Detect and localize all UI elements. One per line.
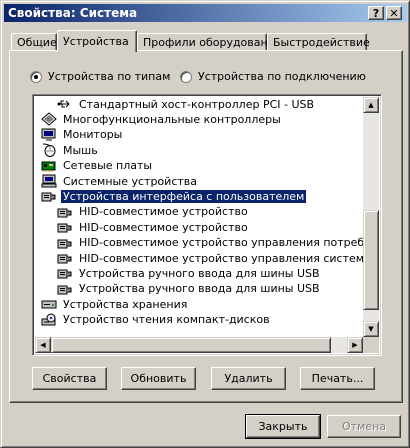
- scroll-corner: [363, 337, 379, 353]
- title-bar[interactable]: Свойства: Система ? ✕: [4, 4, 407, 22]
- view-by-type-label: Устройства по типам: [48, 70, 171, 83]
- tree-row-label: Системные устройства: [63, 174, 197, 188]
- monitor-icon: [41, 128, 57, 142]
- tree-row[interactable]: Мышь: [41, 142, 100, 158]
- scroll-up-button[interactable]: ▲: [363, 97, 379, 113]
- tab-hardware-profiles[interactable]: Профили оборудования: [137, 33, 281, 51]
- tree-row[interactable]: Мониторы: [41, 127, 124, 143]
- tree-row[interactable]: Стандартный хост-контроллер PCI - USB: [57, 96, 316, 112]
- hid-icon: [57, 220, 73, 234]
- system-properties-window: Свойства: Система ? ✕ Общие Устройства П…: [0, 0, 410, 448]
- tree-row-label: Устройства ручного ввода для шины USB: [79, 266, 320, 280]
- tree-row-label: Мониторы: [63, 128, 123, 142]
- tree-row[interactable]: HID-совместимое устройство: [57, 204, 250, 220]
- storage-icon: [41, 297, 57, 311]
- devices-panel: Устройства по типам Устройства по подклю…: [9, 50, 403, 403]
- horizontal-scroll-thumb[interactable]: [51, 337, 331, 353]
- usb-icon: [57, 97, 73, 111]
- scroll-thumb[interactable]: [363, 210, 379, 311]
- help-button[interactable]: ?: [368, 6, 384, 20]
- tree-row-label: HID-совместимое устройство управления си…: [79, 251, 363, 265]
- close-window-button[interactable]: ✕: [386, 6, 402, 20]
- view-by-type-option[interactable]: Устройства по типам: [30, 70, 170, 83]
- horizontal-scrollbar[interactable]: ◀ ▶: [35, 337, 363, 353]
- delete-button[interactable]: Удалить: [211, 367, 286, 390]
- tree-row-label: Многофункциональные контроллеры: [63, 112, 281, 126]
- multifunction-icon: [41, 112, 57, 127]
- refresh-button[interactable]: Обновить: [121, 367, 196, 390]
- tree-row[interactable]: Устройства интерфейса с пользователем: [41, 188, 307, 204]
- tree-row[interactable]: Устройства ручного ввода для шины USB: [57, 265, 322, 281]
- tree-row[interactable]: Устройства ручного ввода для шины USB: [57, 281, 322, 297]
- hid-icon: [41, 189, 57, 203]
- hid-icon: [57, 251, 73, 265]
- tab-general[interactable]: Общие: [11, 33, 57, 51]
- print-button[interactable]: Печать...: [300, 367, 375, 390]
- tree-row[interactable]: Многофункциональные контроллеры: [41, 111, 283, 127]
- cancel-button[interactable]: Отмена: [327, 415, 401, 438]
- view-by-connection-label: Устройства по подключению: [198, 70, 366, 83]
- close-button[interactable]: Закрыть: [245, 414, 321, 439]
- hid-icon: [57, 282, 73, 296]
- tree-row[interactable]: HID-совместимое устройство управления по…: [57, 235, 363, 251]
- view-by-connection-option[interactable]: Устройства по подключению: [180, 70, 366, 83]
- scroll-down-button[interactable]: ▼: [363, 321, 379, 337]
- window-title: Свойства: Система: [8, 6, 138, 20]
- hid-icon: [57, 266, 73, 280]
- tab-devices[interactable]: Устройства: [57, 30, 137, 52]
- tree-row-label: HID-совместимое устройство: [79, 220, 248, 234]
- tree-row[interactable]: Устройство чтения компакт-дисков: [41, 312, 272, 328]
- tab-performance[interactable]: Быстродействие: [267, 33, 370, 51]
- hid-icon: [57, 236, 73, 250]
- tree-row[interactable]: Устройства хранения: [41, 296, 189, 312]
- tree-row-label: Сетевые платы: [63, 159, 153, 173]
- vertical-scrollbar[interactable]: ▲ ▼: [363, 97, 379, 337]
- properties-button[interactable]: Свойства: [32, 367, 107, 390]
- tree-row-label: HID-совместимое устройство: [79, 205, 248, 219]
- mouse-icon: [41, 143, 57, 158]
- tab-strip: Общие Устройства Профили оборудования Бы…: [9, 29, 403, 52]
- tree-row-label: Устройства интерфейса с пользователем: [61, 189, 307, 203]
- tree-row-label: HID-совместимое устройство управления по…: [79, 236, 363, 250]
- tree-row-label: Стандартный хост-контроллер PCI - USB: [79, 97, 315, 111]
- tree-row[interactable]: Сетевые платы: [41, 158, 154, 174]
- scroll-right-button[interactable]: ▶: [347, 337, 363, 353]
- network-card-icon: [41, 159, 57, 173]
- radio-by-type[interactable]: [30, 70, 42, 83]
- tree-row-label: Устройства хранения: [63, 297, 188, 311]
- hid-icon: [57, 205, 73, 219]
- tree-row-label: Мышь: [63, 143, 98, 157]
- tree-row[interactable]: HID-совместимое устройство управления си…: [57, 250, 363, 266]
- computer-icon: [41, 174, 57, 188]
- radio-by-connection[interactable]: [180, 70, 192, 83]
- tree-row-label: Устройство чтения компакт-дисков: [63, 313, 270, 327]
- device-tree[interactable]: Стандартный хост-контроллер PCI - USB Мно…: [32, 94, 382, 356]
- tree-row[interactable]: HID-совместимое устройство: [57, 219, 250, 235]
- tree-row-label: Устройства ручного ввода для шины USB: [79, 282, 320, 296]
- cdrom-icon: [41, 313, 57, 327]
- tree-row[interactable]: Системные устройства: [41, 173, 199, 189]
- device-tree-rows: Стандартный хост-контроллер PCI - USB Мно…: [35, 95, 363, 337]
- scroll-left-button[interactable]: ◀: [35, 337, 51, 353]
